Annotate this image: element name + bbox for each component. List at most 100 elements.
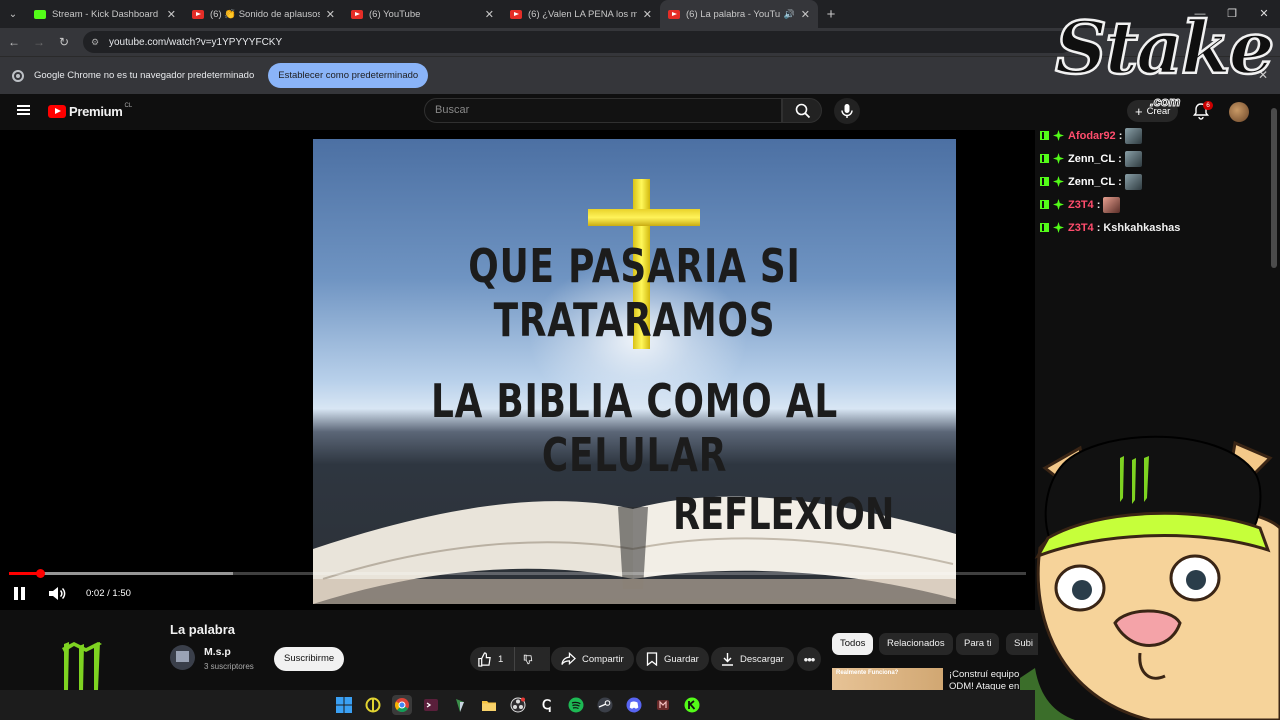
terminal-icon[interactable]	[421, 695, 441, 715]
plus-icon: +	[1135, 103, 1143, 119]
youtube-icon	[668, 9, 680, 19]
tab-close-icon[interactable]: ✕	[485, 8, 494, 21]
youtube-icon	[192, 9, 204, 19]
chat-separator: :	[1118, 129, 1123, 142]
address-bar[interactable]: ⚙ youtube.com/watch?v=y1YPYYYFCKY	[83, 31, 1073, 53]
thumbnail-text: Realmente Funciona?	[836, 670, 899, 676]
browser-tab[interactable]: (6) YouTube ✕	[343, 0, 502, 28]
set-default-button[interactable]: Establecer como predeterminado	[268, 63, 429, 88]
search-icon	[795, 103, 811, 119]
channel-avatar[interactable]	[170, 645, 195, 670]
stream-chat-overlay: Afodar92: Zenn_CL: Zenn_CL: Z3T4: Z3T4: Kshka…	[1040, 124, 1260, 239]
back-arrow-icon[interactable]: ←	[3, 35, 25, 49]
chip-relacionados[interactable]: Relacionados	[879, 633, 953, 655]
thumbs-down-icon	[523, 654, 533, 664]
app-icon[interactable]	[450, 695, 470, 715]
played-bar	[9, 572, 40, 575]
file-explorer-icon[interactable]	[479, 695, 499, 715]
video-progress-bar[interactable]	[9, 569, 1026, 578]
tab-title: (6) YouTube	[369, 8, 421, 20]
tab-search-icon[interactable]: ⌄	[0, 0, 26, 28]
more-icon: •••	[803, 651, 816, 667]
video-frame: QUE PASARIA SI TRATARAMOS LA BIBLIA COMO…	[313, 139, 956, 604]
chrome-icon[interactable]	[391, 695, 412, 715]
voice-search-button[interactable]	[834, 98, 860, 124]
page-scrollbar[interactable]	[1271, 108, 1277, 268]
discord-icon[interactable]	[624, 695, 644, 715]
screen: { "browser": { "tabs": [ {"title": "Stre…	[0, 0, 1280, 720]
dislike-button[interactable]	[514, 647, 549, 671]
download-button[interactable]: Descargar	[711, 647, 794, 671]
windows-start-icon[interactable]	[334, 695, 354, 715]
chat-message: Z3T4: Kshkahkashas	[1040, 216, 1260, 239]
tab-close-icon[interactable]: ✕	[326, 8, 335, 21]
youtube-logo[interactable]: Premium CL	[48, 103, 132, 119]
search-button[interactable]	[782, 98, 822, 123]
url-text: youtube.com/watch?v=y1YPYYYFCKY	[109, 36, 283, 48]
more-actions-button[interactable]: •••	[797, 647, 821, 671]
stake-brand-logo: Stake	[1054, 5, 1276, 90]
pause-icon[interactable]	[14, 587, 26, 600]
download-label: Descargar	[740, 653, 784, 665]
kick-icon	[34, 9, 46, 19]
browser-tab-active[interactable]: (6) La palabra - YouTube 🔊 ✕	[660, 0, 818, 28]
save-button[interactable]: Guardar	[636, 647, 709, 671]
video-caption-bottom: REFLEXION	[673, 489, 895, 540]
site-info-icon[interactable]: ⚙	[91, 37, 103, 47]
recommended-thumbnail[interactable]: Realmente Funciona?	[832, 668, 943, 690]
chat-message: Zenn_CL:	[1040, 170, 1260, 193]
speaker-icon[interactable]: 🔊	[784, 9, 795, 20]
share-label: Compartir	[582, 653, 624, 665]
browser-tab[interactable]: Stream - Kick Dashboard ✕	[26, 0, 184, 28]
cat-mascot-illustration	[1020, 435, 1280, 720]
app-icon[interactable]: ↅ	[537, 695, 557, 715]
chip-todos[interactable]: Todos	[832, 633, 874, 655]
chat-message-text: Kshkahkashas	[1103, 221, 1181, 234]
sparkle-badge-icon	[1053, 176, 1064, 187]
cross-icon-bar	[588, 209, 700, 226]
kick-badge-icon	[1040, 131, 1049, 140]
chip-para-ti[interactable]: Para ti	[956, 633, 1000, 655]
app-icon[interactable]	[653, 695, 673, 715]
reload-icon[interactable]: ↻	[53, 35, 75, 49]
thumbs-up-icon	[478, 651, 491, 667]
tab-title: (6) La palabra - YouTube	[686, 8, 780, 20]
tab-close-icon[interactable]: ✕	[167, 8, 176, 21]
share-button[interactable]: Compartir	[551, 647, 634, 671]
share-icon	[561, 652, 576, 666]
subscribe-button[interactable]: Suscribirme	[274, 647, 345, 671]
chat-emote-icon	[1125, 127, 1143, 144]
kick-badge-icon	[1040, 154, 1049, 163]
chat-message: Afodar92:	[1040, 124, 1260, 147]
new-tab-button[interactable]: +	[818, 6, 844, 23]
scrubber-handle[interactable]	[35, 569, 45, 578]
volume-icon[interactable]	[48, 586, 66, 601]
video-caption-top: QUE PASARIA SI TRATARAMOS	[468, 239, 801, 347]
chat-username: Z3T4	[1068, 198, 1094, 211]
browser-tab[interactable]: (6) ¿Valen LA PENA los mueble ✕	[502, 0, 660, 28]
tab-title: (6) 👏 Sonido de aplausos y gr	[210, 8, 320, 20]
time-display: 0:02 / 1:50	[86, 588, 131, 599]
avatar[interactable]	[1229, 102, 1249, 122]
kick-icon[interactable]	[682, 695, 702, 715]
forward-arrow-icon[interactable]: →	[28, 35, 50, 49]
youtube-icon	[48, 105, 66, 118]
search-input[interactable]: Buscar	[424, 98, 782, 123]
obs-icon[interactable]	[508, 695, 528, 715]
chat-message: Zenn_CL:	[1040, 147, 1260, 170]
logo-text: Premium	[69, 104, 123, 119]
browser-tab[interactable]: (6) 👏 Sonido de aplausos y gr ✕	[184, 0, 343, 28]
sparkle-badge-icon	[1053, 199, 1064, 210]
spotify-icon[interactable]	[566, 695, 586, 715]
video-player[interactable]: QUE PASARIA SI TRATARAMOS LA BIBLIA COMO…	[0, 130, 1035, 610]
menu-icon[interactable]	[17, 105, 30, 115]
chat-emote-icon	[1103, 196, 1121, 213]
chat-separator: :	[1118, 152, 1122, 165]
steam-icon[interactable]	[595, 695, 615, 715]
tab-close-icon[interactable]: ✕	[801, 8, 810, 21]
app-icon[interactable]	[363, 695, 383, 715]
sparkle-badge-icon	[1053, 153, 1064, 164]
chat-emote-icon	[1124, 173, 1142, 190]
tab-close-icon[interactable]: ✕	[643, 8, 652, 21]
channel-name[interactable]: M.s.p	[204, 646, 231, 658]
